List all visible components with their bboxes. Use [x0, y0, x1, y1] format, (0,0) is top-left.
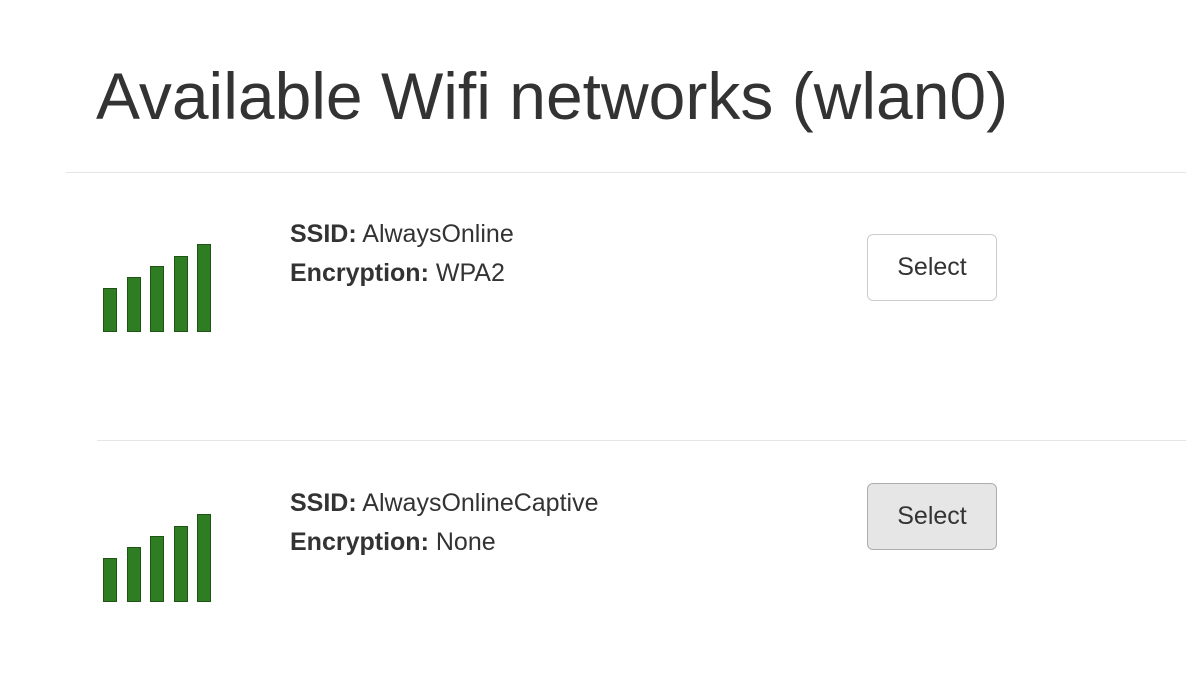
ssid-value: AlwaysOnlineCaptive [362, 489, 599, 517]
encryption-value: None [435, 528, 496, 556]
signal-strength-icon [103, 514, 213, 602]
ssid-label: SSID: [290, 489, 357, 517]
signal-bar-1 [103, 558, 117, 602]
network-divider [97, 440, 1186, 441]
signal-bar-2 [127, 547, 141, 602]
ssid-row: SSID: AlwaysOnlineCaptive [290, 484, 598, 523]
signal-strength-icon [103, 244, 213, 332]
ssid-value: AlwaysOnline [362, 220, 514, 248]
encryption-row: Encryption: None [290, 523, 598, 562]
signal-bar-4 [174, 526, 188, 602]
encryption-row: Encryption: WPA2 [290, 254, 514, 293]
signal-bar-3 [150, 536, 164, 602]
wifi-page: Available Wifi networks (wlan0) SSID: Al… [0, 0, 1186, 678]
network-info: SSID: AlwaysOnlineCaptive Encryption: No… [290, 484, 598, 562]
select-button[interactable]: Select [867, 234, 997, 301]
signal-bar-5 [197, 244, 211, 332]
signal-bar-1 [103, 288, 117, 332]
page-title: Available Wifi networks (wlan0) [96, 59, 1009, 133]
header-divider [66, 172, 1186, 173]
encryption-label: Encryption: [290, 528, 429, 556]
ssid-row: SSID: AlwaysOnline [290, 215, 514, 254]
network-item: SSID: AlwaysOnline Encryption: WPA2 Sele… [0, 200, 1186, 340]
encryption-value: WPA2 [435, 259, 505, 287]
network-info: SSID: AlwaysOnline Encryption: WPA2 [290, 215, 514, 293]
encryption-label: Encryption: [290, 259, 429, 287]
select-button[interactable]: Select [867, 483, 997, 550]
signal-bar-5 [197, 514, 211, 602]
ssid-label: SSID: [290, 220, 357, 248]
network-item: SSID: AlwaysOnlineCaptive Encryption: No… [0, 470, 1186, 610]
signal-bar-3 [150, 266, 164, 332]
signal-bar-4 [174, 256, 188, 332]
signal-bar-2 [127, 277, 141, 332]
